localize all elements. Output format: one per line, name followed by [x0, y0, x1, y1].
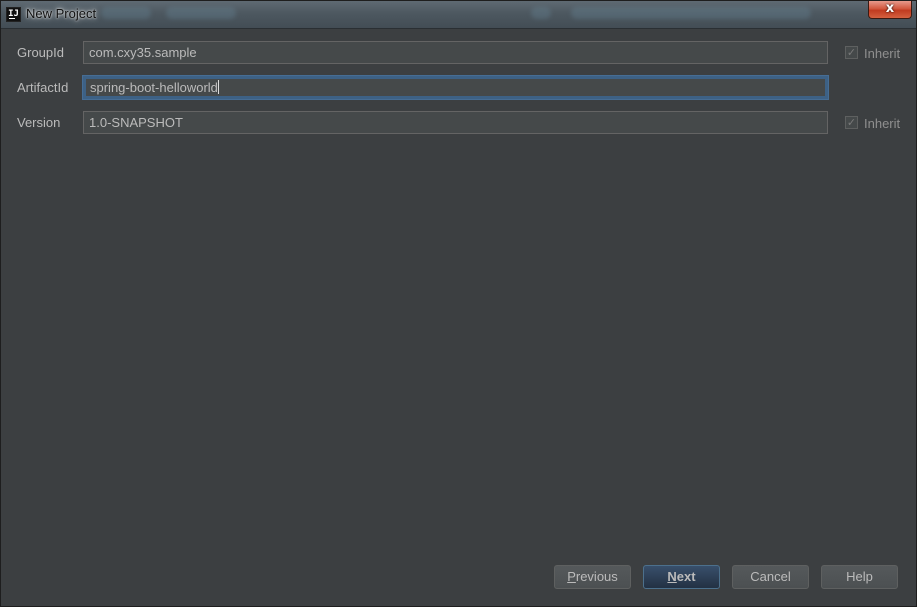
intellij-app-icon: IJ [6, 7, 21, 22]
artifactid-value: spring-boot-helloworld [90, 80, 218, 95]
next-button[interactable]: Next [643, 565, 720, 589]
blurred-background [166, 7, 236, 19]
new-project-dialog: IJ New Project x GroupId com.cxy35.sampl… [0, 0, 917, 607]
version-inherit-label: Inherit [864, 116, 901, 131]
next-label: ext [676, 569, 696, 584]
blurred-background [101, 7, 151, 19]
groupid-inherit-checkbox[interactable]: ✓ [845, 46, 858, 59]
text-cursor [217, 80, 219, 94]
dialog-content: GroupId com.cxy35.sample ✓ Inherit Artif… [3, 29, 914, 604]
previous-button[interactable]: Previous [554, 565, 631, 589]
version-label: Version [17, 115, 61, 130]
close-icon: x [885, 1, 895, 16]
next-mnemonic: N [667, 569, 677, 584]
title-bar[interactable]: IJ New Project x [1, 1, 916, 29]
artifactid-label: ArtifactId [17, 80, 69, 95]
groupid-label: GroupId [17, 45, 64, 60]
help-button[interactable]: Help [821, 565, 898, 589]
version-input[interactable]: 1.0-SNAPSHOT [83, 111, 828, 134]
cancel-button[interactable]: Cancel [732, 565, 809, 589]
check-icon: ✓ [846, 46, 857, 59]
groupid-inherit-label: Inherit [864, 46, 901, 61]
check-icon: ✓ [846, 116, 857, 129]
groupid-input[interactable]: com.cxy35.sample [83, 41, 828, 64]
blurred-background [531, 7, 551, 19]
previous-mnemonic: P [567, 569, 576, 584]
artifactid-input[interactable]: spring-boot-helloworld [83, 76, 828, 99]
close-button[interactable]: x [868, 1, 912, 19]
window-title: New Project [26, 6, 97, 21]
version-inherit-checkbox[interactable]: ✓ [845, 116, 858, 129]
blurred-background [571, 7, 811, 19]
previous-label: revious [575, 569, 618, 584]
